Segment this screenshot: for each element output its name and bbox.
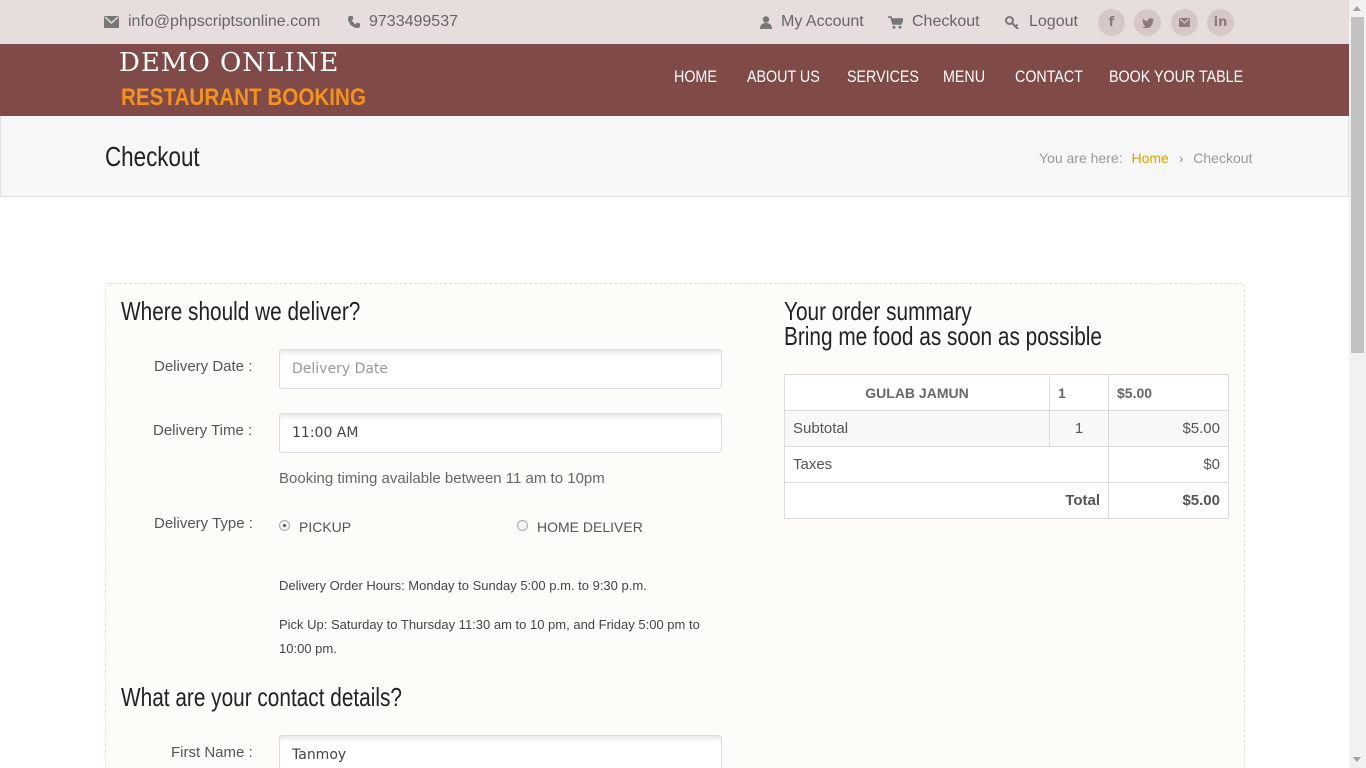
delivery-date-label: Delivery Date : [154, 358, 253, 375]
nav-services[interactable]: SERVICES [847, 67, 919, 87]
taxes-label: Taxes [784, 446, 1109, 483]
nav-menu[interactable]: MENU [943, 67, 985, 87]
subtotal-qty: 1 [1049, 410, 1109, 447]
my-account-link[interactable]: My Account [760, 11, 864, 33]
nav-about-us[interactable]: ABOUT US [747, 67, 820, 87]
logout-link[interactable]: Logout [1005, 11, 1078, 33]
breadcrumb: You are here: Home › Checkout [1039, 150, 1252, 166]
breadcrumb-prefix: You are here: [1039, 150, 1123, 166]
top-bar: info@phpscriptsonline.com 9733499537 My … [0, 0, 1349, 44]
item-name: GULAB JAMUN [784, 374, 1050, 411]
first-name-input[interactable] [279, 735, 722, 768]
nav-home[interactable]: HOME [674, 67, 717, 87]
checkout-link[interactable]: Checkout [888, 11, 980, 33]
envelope-glyph [1179, 18, 1190, 27]
pickup-hours-line1: Pick Up: Saturday to Thursday 11:30 am t… [279, 617, 700, 632]
delivery-time-input[interactable] [279, 413, 722, 453]
subtotal-label: Subtotal [784, 410, 1050, 447]
nav-book-your-table[interactable]: BOOK YOUR TABLE [1109, 67, 1243, 87]
scroll-up-arrow-icon[interactable] [1353, 6, 1361, 11]
delivery-time-label: Delivery Time : [153, 422, 253, 439]
subtotal-value: $5.00 [1108, 410, 1229, 447]
facebook-icon[interactable]: f [1098, 9, 1125, 36]
contact-heading: What are your contact details? [121, 682, 402, 712]
order-summary-table: GULAB JAMUN 1 $5.00 Subtotal 1 $5.00 Tax… [784, 374, 1229, 519]
email-text: info@phpscriptsonline.com [128, 13, 321, 30]
delivery-hours-text: Delivery Order Hours: Monday to Sunday 5… [279, 578, 647, 593]
main-header: DEMO ONLINE RESTAURANT BOOKING HOME ABOU… [0, 44, 1349, 116]
email-link[interactable]: info@phpscriptsonline.com [104, 11, 320, 33]
subtotal-row: Subtotal 1 $5.00 [784, 410, 1229, 447]
user-icon [760, 15, 772, 29]
phone-icon [348, 16, 360, 28]
logout-label: Logout [1029, 13, 1078, 30]
total-label: Total [784, 482, 1109, 519]
breadcrumb-current: Checkout [1193, 150, 1253, 166]
page: info@phpscriptsonline.com 9733499537 My … [0, 0, 1349, 768]
envelope-icon [104, 16, 119, 28]
home-deliver-label[interactable]: HOME DELIVER [537, 519, 643, 535]
taxes-row: Taxes $0 [784, 446, 1229, 483]
vertical-scrollbar[interactable] [1349, 0, 1366, 768]
delivery-date-input[interactable] [279, 349, 722, 389]
total-row: Total $5.00 [784, 482, 1229, 519]
booking-timing-note: Booking timing available between 11 am t… [279, 470, 605, 487]
pickup-label[interactable]: PICKUP [299, 519, 351, 535]
phone-link[interactable]: 9733499537 [348, 11, 458, 33]
linkedin-icon[interactable]: in [1207, 9, 1234, 36]
scroll-down-arrow-icon[interactable] [1353, 757, 1361, 762]
delivery-type-label: Delivery Type : [154, 515, 253, 532]
breadcrumb-separator: › [1178, 150, 1184, 166]
home-deliver-radio[interactable] [517, 520, 528, 531]
page-title-bar: Checkout You are here: Home › Checkout [0, 116, 1349, 197]
key-icon [1005, 15, 1019, 29]
breadcrumb-home[interactable]: Home [1131, 150, 1168, 166]
taxes-value: $0 [1108, 446, 1229, 483]
checkout-label: Checkout [912, 13, 980, 30]
logo-subtitle[interactable]: RESTAURANT BOOKING [121, 84, 366, 112]
nav-contact[interactable]: CONTACT [1015, 67, 1083, 87]
logo-title[interactable]: DEMO ONLINE [119, 48, 339, 78]
twitter-bird-glyph [1141, 17, 1154, 28]
order-summary-subheading: Bring me food as soon as possible [784, 321, 1102, 351]
pickup-hours-text: Pick Up: Saturday to Thursday 11:30 am t… [279, 613, 719, 661]
total-value: $5.00 [1108, 482, 1229, 519]
scrollbar-thumb[interactable] [1351, 17, 1364, 353]
item-qty: 1 [1049, 374, 1109, 411]
my-account-label: My Account [781, 13, 864, 30]
page-title: Checkout [105, 141, 200, 172]
pickup-radio[interactable] [279, 520, 290, 531]
twitter-icon[interactable] [1134, 9, 1161, 36]
cart-icon [888, 15, 903, 29]
first-name-label: First Name : [171, 744, 253, 761]
item-price: $5.00 [1108, 374, 1229, 411]
delivery-heading: Where should we deliver? [121, 296, 361, 326]
order-item-row: GULAB JAMUN 1 $5.00 [784, 374, 1229, 411]
phone-text: 9733499537 [369, 13, 458, 30]
mail-icon[interactable] [1171, 9, 1198, 36]
pickup-hours-line2: 10:00 pm. [279, 641, 337, 656]
